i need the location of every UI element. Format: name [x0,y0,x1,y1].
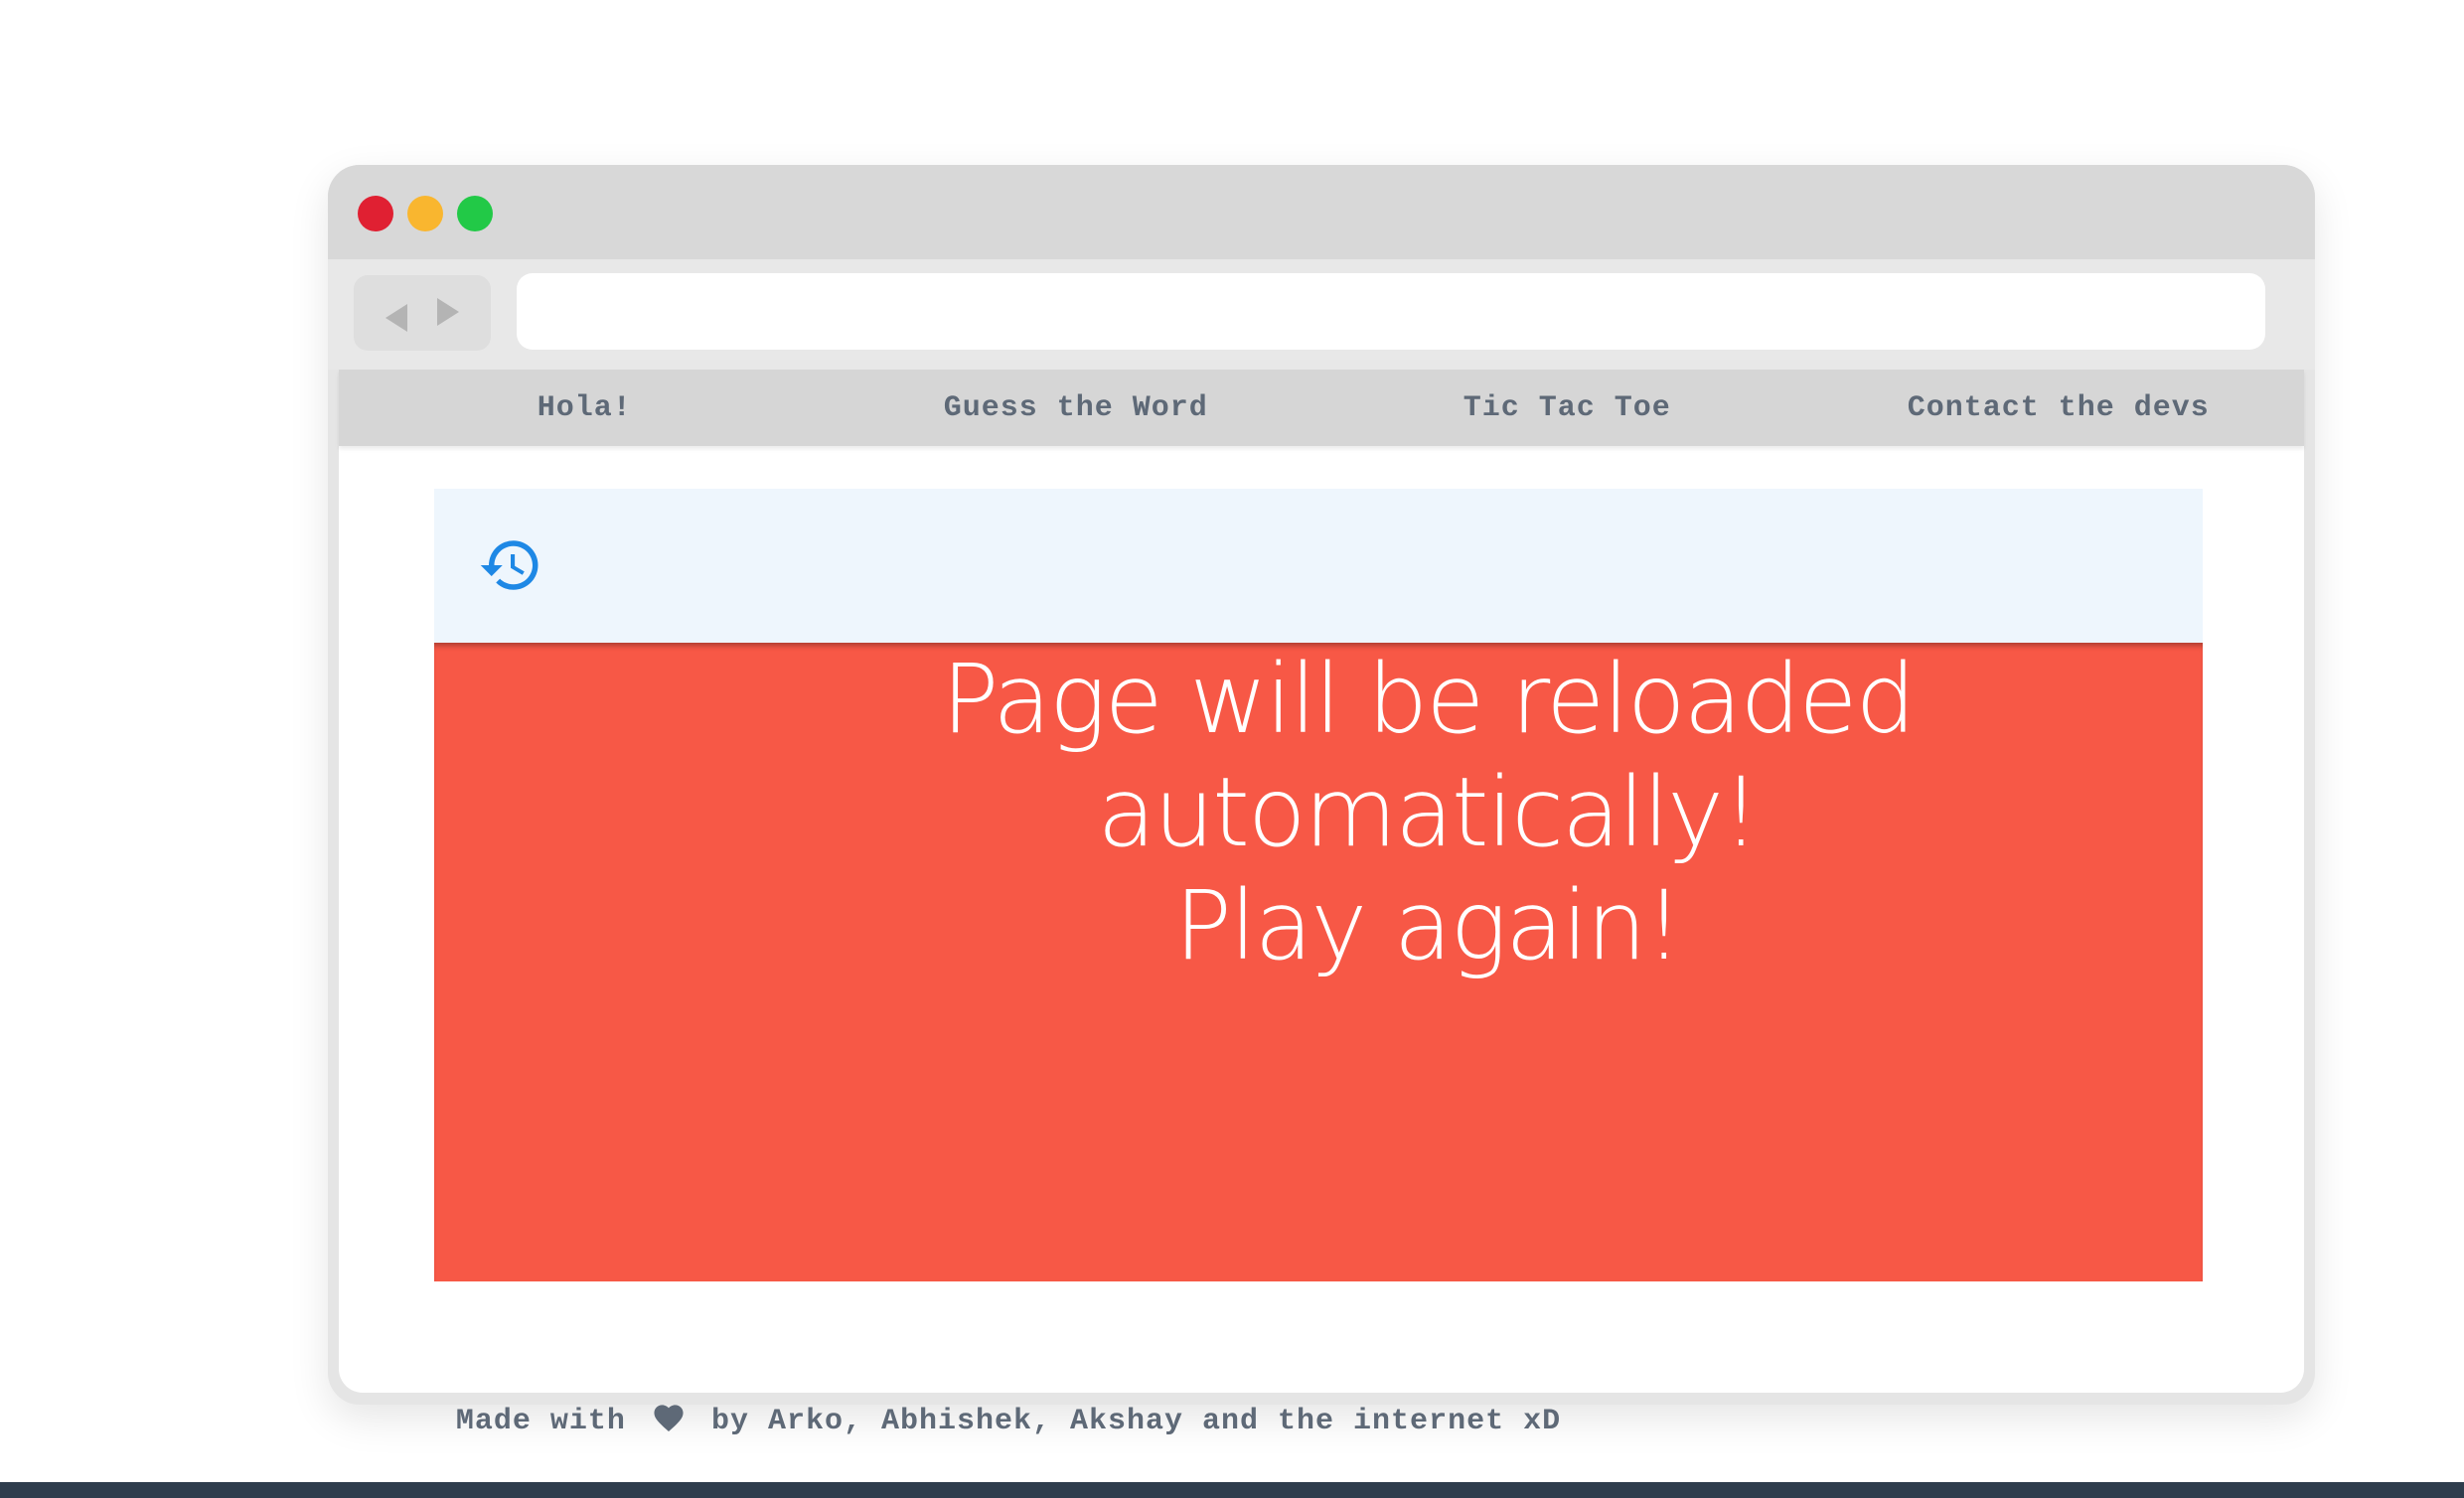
game-over-banner: Page will be reloaded automatically! Pla… [434,643,2203,1281]
nav-item-tic-tac-toe[interactable]: Tic Tac Toe [1321,370,1813,446]
page-content: Hola! Guess the Word Tic Tac Toe Contact… [339,370,2304,1393]
maximize-window-button[interactable] [457,196,493,231]
reload-message: Page will be reloaded automatically! Pla… [931,643,1925,982]
browser-toolbar [328,259,2315,370]
footer-prefix: Made with [455,1405,626,1438]
footer-suffix: by Arko, Abhishek, Akshay and the intern… [710,1405,1562,1438]
message-line-1: Page will be reloaded [941,644,1917,755]
nav-item-guess-the-word[interactable]: Guess the Word [831,370,1322,446]
title-bar [328,165,2315,259]
history-icon[interactable] [478,532,543,598]
page: Hola! Guess the Word Tic Tac Toe Contact… [0,0,2464,1498]
background-strip [0,1482,2464,1498]
close-window-button[interactable] [358,196,393,231]
address-bar[interactable] [517,273,2265,350]
game-panel: Page will be reloaded automatically! Pla… [434,489,2203,1281]
game-panel-header [434,489,2203,643]
footer-credits: Made with by Arko, Abhishek, Akshay and … [0,1401,2017,1438]
back-arrow-icon[interactable] [385,304,407,332]
message-line-3: Play again! [1174,870,1683,981]
history-nav-buttons [354,275,491,351]
nav-item-hola[interactable]: Hola! [339,370,831,446]
browser-window: Hola! Guess the Word Tic Tac Toe Contact… [328,165,2315,1405]
minimize-window-button[interactable] [407,196,443,231]
heart-icon [654,1405,684,1432]
nav-item-contact-the-devs[interactable]: Contact the devs [1813,370,2305,446]
forward-arrow-icon[interactable] [437,298,459,326]
message-line-2: automatically! [1097,757,1761,868]
site-nav: Hola! Guess the Word Tic Tac Toe Contact… [339,370,2304,446]
